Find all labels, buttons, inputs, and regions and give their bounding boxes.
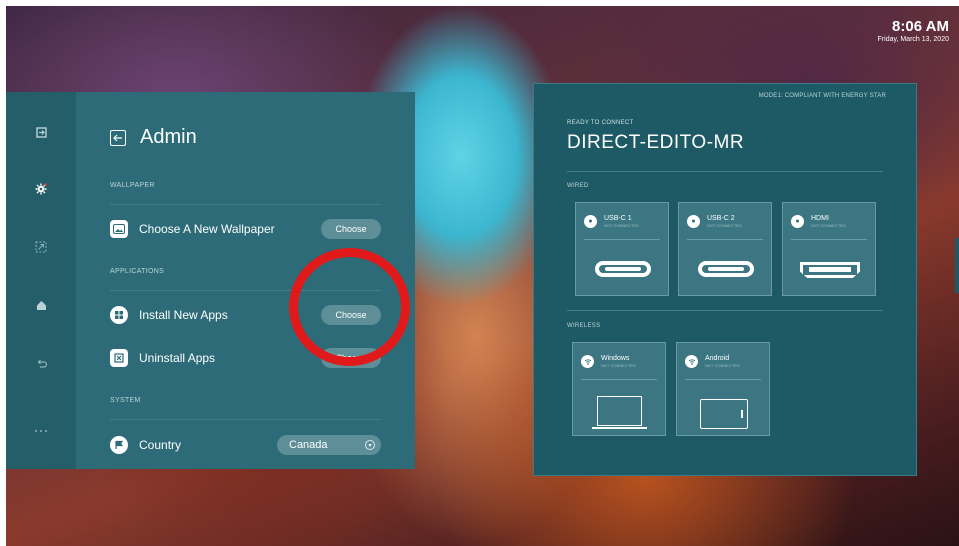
flag-icon [110, 436, 128, 454]
divider [584, 239, 660, 240]
port-card-android[interactable]: Android NOT CONNECTED [676, 342, 770, 436]
laptop-icon [597, 396, 642, 426]
plug-icon: ● [687, 215, 700, 228]
divider [791, 239, 867, 240]
port-name: USB-C 1 [604, 215, 632, 222]
device-name: DIRECT-EDITO-MR [567, 132, 745, 153]
wifi-icon [581, 355, 594, 368]
plug-icon: ● [791, 215, 804, 228]
back-arrow-icon [113, 134, 122, 141]
divider [110, 419, 381, 420]
port-card-usbc-2[interactable]: ● USB-C 2 NOT CONNECTED [678, 202, 772, 296]
screen-share-icon[interactable] [32, 238, 50, 256]
back-arrow-icon[interactable] [32, 354, 50, 372]
uninstall-icon [110, 349, 128, 367]
tablet-icon [700, 399, 748, 429]
laptop-base [592, 427, 647, 429]
image-icon [110, 220, 128, 238]
divider [685, 379, 761, 380]
ready-status: READY TO CONNECT [567, 120, 634, 126]
gear-icon[interactable] [32, 180, 50, 198]
usb-c-port-icon [698, 261, 754, 277]
input-icon[interactable] [32, 123, 50, 141]
section-applications: APPLICATIONS [110, 268, 165, 275]
highlight-circle [289, 248, 410, 366]
port-status: NOT CONNECTED [811, 223, 846, 228]
port-status: NOT CONNECTED [601, 363, 636, 368]
admin-header: Admin [110, 126, 197, 149]
country-value: Canada [289, 439, 328, 451]
side-rail [6, 92, 76, 469]
port-name: USB-C 2 [707, 215, 735, 222]
port-status: NOT CONNECTED [604, 223, 639, 228]
section-wallpaper: WALLPAPER [110, 182, 155, 189]
section-system: SYSTEM [110, 397, 141, 404]
port-name: Android [705, 355, 730, 362]
usb-c-port-icon [595, 261, 651, 277]
choose-wallpaper-button[interactable]: Choose [321, 219, 381, 239]
apps-grid-icon [110, 306, 128, 324]
choose-wallpaper-label: Choose A New Wallpaper [139, 222, 275, 236]
country-label: Country [139, 438, 182, 452]
energy-mode-text: MODE1: COMPLIANT WITH ENERGY STAR [758, 93, 886, 99]
section-wireless: WIRELESS [567, 323, 601, 329]
wallpaper-row: Choose A New Wallpaper Choose [110, 219, 381, 239]
clock-date: Friday, March 13, 2020 [877, 36, 949, 43]
connect-panel: MODE1: COMPLIANT WITH ENERGY STAR READY … [533, 83, 917, 476]
uninstall-apps-label: Uninstall Apps [139, 351, 216, 365]
divider [581, 379, 657, 380]
divider [687, 239, 763, 240]
divider [567, 310, 883, 311]
page-title: Admin [140, 126, 197, 148]
port-name: HDMI [811, 215, 829, 222]
clock-time: 8:06 AM [892, 18, 949, 35]
port-card-windows[interactable]: Windows NOT CONNECTED [572, 342, 666, 436]
country-row: Country Canada ▾ [110, 435, 381, 455]
country-select[interactable]: Canada ▾ [277, 435, 381, 455]
port-status: NOT CONNECTED [705, 363, 740, 368]
divider [567, 171, 883, 172]
more-icon[interactable] [32, 422, 50, 440]
port-card-hdmi[interactable]: ● HDMI NOT CONNECTED [782, 202, 876, 296]
section-wired: WIRED [567, 183, 589, 189]
port-card-usbc-1[interactable]: ● USB-C 1 NOT CONNECTED [575, 202, 669, 296]
tablet-button [741, 410, 743, 418]
edge-handle[interactable] [955, 238, 959, 293]
back-button[interactable] [110, 129, 126, 146]
port-name: Windows [601, 355, 630, 362]
wifi-icon [685, 355, 698, 368]
home-icon[interactable] [32, 296, 50, 314]
chevron-down-icon: ▾ [365, 440, 375, 450]
plug-icon: ● [584, 215, 597, 228]
port-status: NOT CONNECTED [707, 223, 742, 228]
divider [110, 204, 381, 205]
clock: 8:06 AM Friday, March 13, 2020 [878, 18, 949, 43]
hdmi-port-icon [800, 262, 860, 278]
